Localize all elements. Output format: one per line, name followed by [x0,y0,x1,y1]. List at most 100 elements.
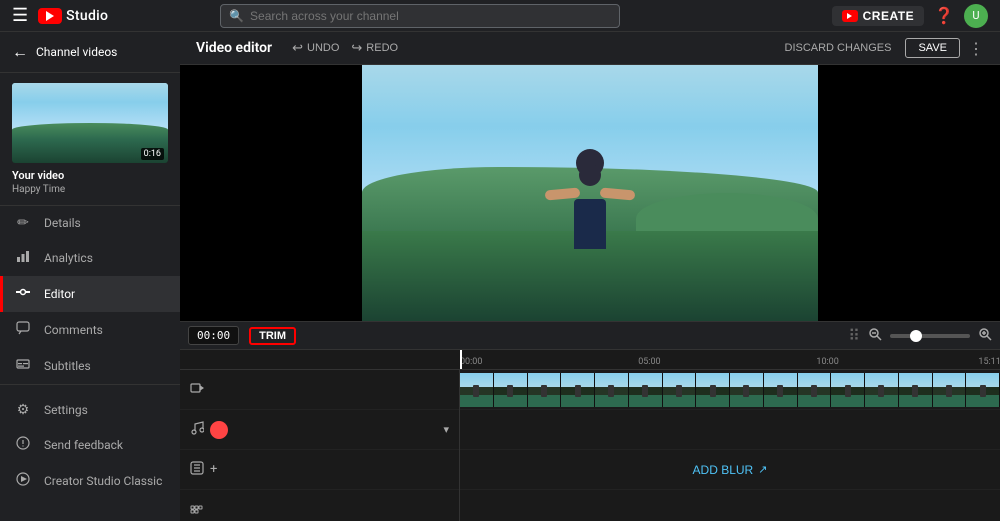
external-link-icon: ↗ [758,463,767,476]
topbar-left: ☰ Studio [12,5,108,26]
redo-arrow-icon: ↪ [351,40,362,56]
filmstrip-frame [595,373,629,407]
timeline-area: 00:00 TRIM ⠿ 00:00 05:0 [180,321,1000,521]
video-title: Happy Time [12,184,168,195]
youtube-icon [38,8,62,24]
sidebar-item-settings[interactable]: ⚙ Settings [0,393,180,427]
sidebar: ← Channel videos 0:16 Your video Happy T… [0,32,180,521]
filmstrip-frame [764,373,798,407]
editor-header: Video editor ↩ UNDO ↪ REDO DISCARD CHANG… [180,32,1000,65]
ruler-offset [180,350,460,369]
audio-track-control: ▾ [180,410,459,450]
video-label: Your video [12,169,168,182]
add-blur-area: ADD BLUR ↗ [460,463,1000,477]
effects-track-control [180,490,459,521]
filmstrip-frame [933,373,967,407]
effects-track-icons [190,501,204,519]
audio-track-content [460,410,1000,450]
trim-button[interactable]: TRIM [249,327,296,345]
track-controls: ▾ + [180,370,460,521]
video-track-icons [190,381,204,399]
sidebar-item-analytics[interactable]: Analytics [0,240,180,276]
comments-icon [14,321,32,339]
search-icon: 🔍 [229,9,244,23]
search-bar[interactable]: 🔍 [220,4,620,28]
analytics-icon [14,249,32,267]
rider-head [579,164,601,186]
effects-track-content [460,490,1000,521]
video-preview-section [180,65,1000,321]
content-area: Video editor ↩ UNDO ↪ REDO DISCARD CHANG… [180,32,1000,521]
back-arrow-icon: ← [12,42,28,62]
filmstrip-frame [730,373,764,407]
undo-arrow-icon: ↩ [292,40,303,56]
ruler-mark-0: 00:00 [460,357,482,367]
menu-icon[interactable]: ☰ [12,5,28,26]
filmstrip-frame [494,373,528,407]
avatar[interactable]: U [964,4,988,28]
feedback-icon [14,436,32,454]
filmstrip-frame [966,373,1000,407]
editor-title: Video editor [196,40,272,56]
undo-redo-controls: ↩ UNDO ↪ REDO [292,40,398,56]
creator-studio-icon [14,472,32,490]
more-options-icon[interactable]: ⋮ [968,39,984,58]
back-to-channel-videos[interactable]: ← Channel videos [0,32,180,73]
person-container [545,149,635,249]
create-video-icon [842,10,858,22]
zoom-in-icon[interactable] [978,327,992,345]
undo-button[interactable]: ↩ UNDO [292,40,339,56]
zoom-slider[interactable] [890,334,970,338]
time-display: 00:00 [188,326,239,345]
filmstrip-frame [528,373,562,407]
search-input[interactable] [250,9,611,23]
add-blur-button[interactable]: ADD BLUR ↗ [693,463,768,477]
settings-icon: ⚙ [14,402,32,418]
blur-add-icon[interactable]: + [210,462,217,477]
filmstrip-frame [798,373,832,407]
details-icon: ✏ [14,215,32,231]
video-track-icon [190,381,204,399]
blur-track-icons: + [190,461,217,479]
sidebar-item-details[interactable]: ✏ Details [0,206,180,240]
zoom-out-icon[interactable] [868,327,882,345]
sidebar-item-comments[interactable]: Comments [0,312,180,348]
sidebar-item-subtitles[interactable]: Subtitles [0,348,180,384]
track-content-area: ADD BLUR ↗ [460,370,1000,521]
discard-changes-button[interactable]: DISCARD CHANGES [779,39,898,57]
timeline-tracks: ▾ + [180,370,1000,521]
app-name: Studio [66,8,108,24]
sidebar-nav: ✏ Details Analytics Editor Comments [0,206,180,521]
topbar: ☰ Studio 🔍 CREATE ❓ U [0,0,1000,32]
blur-track-content: ADD BLUR ↗ [460,450,1000,490]
video-filmstrip [460,373,1000,407]
redo-button[interactable]: ↪ REDO [351,40,398,56]
video-thumbnail: 0:16 [12,83,168,163]
video-duration: 0:16 [141,148,164,160]
filmstrip-frame [696,373,730,407]
help-icon[interactable]: ❓ [934,6,954,25]
audio-track-icons [190,421,228,439]
video-info: Your video Happy Time [12,169,168,195]
editor-right-actions: DISCARD CHANGES SAVE ⋮ [779,38,985,58]
topbar-right: CREATE ❓ U [832,4,988,28]
ruler-mark-1: 05:00 [638,357,660,367]
youtube-logo: Studio [38,8,108,24]
ruler-mark-2: 10:00 [816,357,838,367]
filmstrip-frame [663,373,697,407]
video-preview [362,65,817,321]
sidebar-item-editor[interactable]: Editor [0,276,180,312]
sidebar-item-creator-studio[interactable]: Creator Studio Classic [0,463,180,499]
arm-right [600,188,636,201]
filmstrip-frame [460,373,494,407]
create-button[interactable]: CREATE [832,6,924,26]
sidebar-item-feedback[interactable]: Send feedback [0,427,180,463]
ruler-mark-3: 15:11 [978,357,1000,367]
timeline-needle [460,350,462,369]
audio-track-indicator [210,421,228,439]
save-button[interactable]: SAVE [905,38,960,58]
track-expand-icon[interactable]: ▾ [443,423,449,436]
carrier-body [574,199,606,249]
filmstrip-frame [865,373,899,407]
main-layout: ← Channel videos 0:16 Your video Happy T… [0,32,1000,521]
